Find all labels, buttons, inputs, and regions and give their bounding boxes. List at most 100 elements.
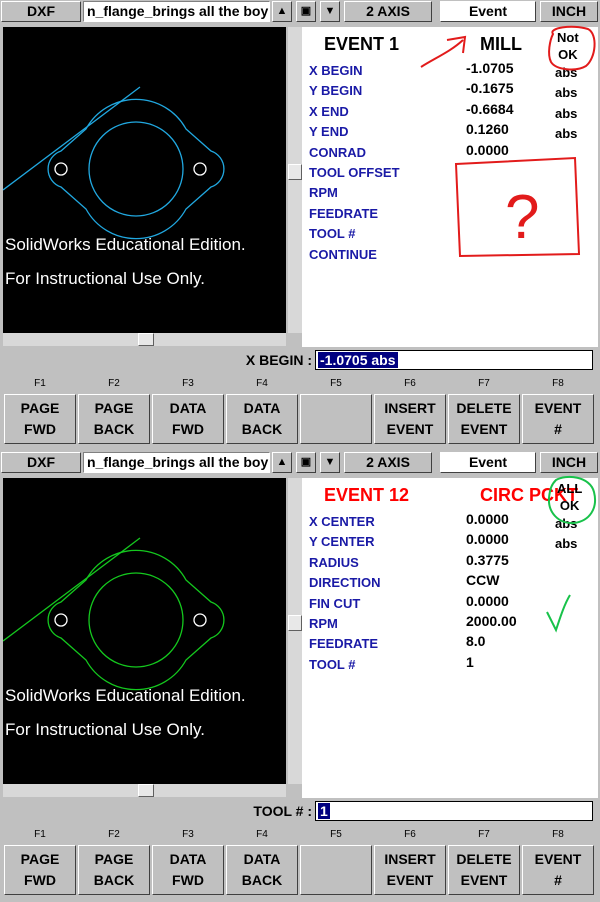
fkey-button[interactable]: EVENT # bbox=[522, 845, 594, 895]
param-label[interactable]: FEEDRATE bbox=[309, 206, 378, 221]
horizontal-scrollbar[interactable] bbox=[3, 784, 286, 797]
dxf-button[interactable]: DXF bbox=[1, 452, 81, 473]
status-line-2: OK bbox=[559, 498, 580, 513]
input-bar: TOOL # : 1 bbox=[0, 798, 600, 824]
fkey-button[interactable] bbox=[300, 394, 372, 444]
graphics-viewport[interactable]: SolidWorks Educational Edition. For Inst… bbox=[3, 478, 286, 784]
param-value: 0.3775 bbox=[466, 551, 509, 568]
scroll-down-icon[interactable]: ▼ bbox=[320, 452, 340, 473]
horizontal-scrollbar[interactable] bbox=[3, 333, 286, 346]
status-note: Not OK bbox=[557, 29, 579, 63]
param-label[interactable]: RPM bbox=[309, 185, 338, 200]
event-type: MILL bbox=[480, 34, 522, 54]
function-key-bar: F1 PAGE FWD F2 PAGE BACK F3 DATA FWD F4 DATA BACK F5… bbox=[0, 376, 600, 448]
param-label[interactable]: DIRECTION bbox=[309, 575, 381, 590]
fkey-button[interactable]: DATA FWD bbox=[152, 394, 224, 444]
param-value: -1.0705 bbox=[466, 60, 514, 76]
function-key-4: F4 DATA BACK bbox=[225, 827, 299, 899]
fkey-button[interactable]: PAGE BACK bbox=[78, 394, 150, 444]
axis-mode-button[interactable]: 2 AXIS bbox=[344, 452, 432, 473]
scroll-up-icon[interactable]: ▲ bbox=[272, 1, 292, 22]
units-button[interactable]: INCH bbox=[540, 452, 598, 473]
fkey-label-line1: DELETE bbox=[456, 400, 512, 416]
fkey-number: F8 bbox=[552, 378, 564, 389]
param-unit: abs bbox=[555, 105, 578, 121]
param-label[interactable]: TOOL # bbox=[309, 657, 355, 672]
watermark-line-2: For Instructional Use Only. bbox=[5, 269, 205, 288]
value-input[interactable]: 1 bbox=[315, 801, 593, 821]
graphics-viewport[interactable]: SolidWorks Educational Edition. For Inst… bbox=[3, 27, 286, 333]
fkey-button[interactable]: EVENT # bbox=[522, 394, 594, 444]
param-label[interactable]: CONTINUE bbox=[309, 247, 377, 262]
fkey-label-line2: FWD bbox=[172, 421, 204, 437]
function-key-8: F8 EVENT # bbox=[521, 376, 595, 448]
vertical-scrollbar[interactable] bbox=[288, 478, 302, 784]
fkey-button[interactable]: INSERT EVENT bbox=[374, 845, 446, 895]
function-key-2: F2 PAGE BACK bbox=[77, 827, 151, 899]
units-button[interactable]: INCH bbox=[540, 1, 598, 22]
param-value: 2000.00 bbox=[466, 613, 517, 629]
fkey-number: F1 bbox=[34, 378, 46, 389]
fkey-button[interactable]: PAGE BACK bbox=[78, 845, 150, 895]
file-name-field[interactable]: n_flange_brings all the boy bbox=[83, 452, 270, 473]
fkey-button[interactable]: DATA BACK bbox=[226, 845, 298, 895]
fkey-button[interactable]: PAGE FWD bbox=[4, 394, 76, 444]
toolpath-line bbox=[3, 86, 141, 191]
function-key-6: F6 INSERT EVENT bbox=[373, 376, 447, 448]
fkey-button[interactable]: DATA BACK bbox=[226, 394, 298, 444]
status-line-2: OK bbox=[558, 47, 578, 62]
param-label[interactable]: Y BEGIN bbox=[309, 83, 362, 98]
fkey-label-line2: FWD bbox=[172, 872, 204, 888]
bolt-hole-right bbox=[193, 162, 207, 176]
window-toggle-icon[interactable]: ▣ bbox=[296, 452, 316, 473]
fkey-label-line1: PAGE bbox=[20, 851, 60, 867]
vertical-scrollbar[interactable] bbox=[288, 27, 302, 333]
param-label[interactable]: Y CENTER bbox=[309, 534, 375, 549]
param-label[interactable]: X CENTER bbox=[309, 514, 375, 529]
param-label[interactable]: TOOL # bbox=[309, 226, 355, 241]
fkey-label-line1: INSERT bbox=[384, 400, 436, 416]
param-label[interactable]: TOOL OFFSET bbox=[309, 165, 400, 180]
param-label[interactable]: RADIUS bbox=[309, 555, 359, 570]
value-input[interactable]: -1.0705 abs bbox=[315, 350, 593, 370]
scroll-down-icon[interactable]: ▼ bbox=[320, 1, 340, 22]
param-label[interactable]: FEEDRATE bbox=[309, 636, 378, 651]
file-name-field[interactable]: n_flange_brings all the boy bbox=[83, 1, 270, 22]
fkey-button[interactable]: INSERT EVENT bbox=[374, 394, 446, 444]
param-value: 0.0000 bbox=[466, 531, 509, 548]
param-value: 0.0000 bbox=[466, 141, 509, 158]
scroll-thumb[interactable] bbox=[288, 164, 302, 180]
param-label[interactable]: FIN CUT bbox=[309, 596, 360, 611]
scroll-up-icon[interactable]: ▲ bbox=[272, 452, 292, 473]
param-value: 1 bbox=[466, 653, 474, 670]
param-unit: abs bbox=[555, 85, 578, 101]
bolt-hole-right bbox=[193, 613, 207, 627]
bolt-hole-left bbox=[54, 613, 68, 627]
fkey-button[interactable]: DATA FWD bbox=[152, 845, 224, 895]
fkey-button[interactable]: PAGE FWD bbox=[4, 845, 76, 895]
param-value: 8.0 bbox=[466, 633, 486, 650]
fkey-label-line1: EVENT bbox=[534, 851, 582, 867]
fkey-label-line1: PAGE bbox=[94, 400, 134, 416]
function-key-5: F5 bbox=[299, 827, 373, 899]
param-label[interactable]: X BEGIN bbox=[309, 63, 362, 78]
fkey-button[interactable]: DELETE EVENT bbox=[448, 394, 520, 444]
param-unit: abs bbox=[555, 516, 578, 531]
scroll-thumb[interactable] bbox=[288, 615, 302, 631]
flange-outline bbox=[47, 98, 225, 240]
axis-mode-button[interactable]: 2 AXIS bbox=[344, 1, 432, 22]
param-label[interactable]: CONRAD bbox=[309, 145, 366, 160]
function-key-6: F6 INSERT EVENT bbox=[373, 827, 447, 899]
window-toggle-icon[interactable]: ▣ bbox=[296, 1, 316, 22]
param-label[interactable]: Y END bbox=[309, 124, 349, 139]
scroll-thumb[interactable] bbox=[138, 333, 154, 346]
param-unit: abs bbox=[555, 126, 578, 142]
scroll-thumb[interactable] bbox=[138, 784, 154, 797]
fkey-number: F4 bbox=[256, 378, 268, 389]
fkey-button[interactable]: DELETE EVENT bbox=[448, 845, 520, 895]
param-label[interactable]: X END bbox=[309, 104, 349, 119]
status-note: ALL OK bbox=[557, 480, 582, 514]
fkey-button[interactable] bbox=[300, 845, 372, 895]
param-label[interactable]: RPM bbox=[309, 616, 338, 631]
dxf-button[interactable]: DXF bbox=[1, 1, 81, 22]
